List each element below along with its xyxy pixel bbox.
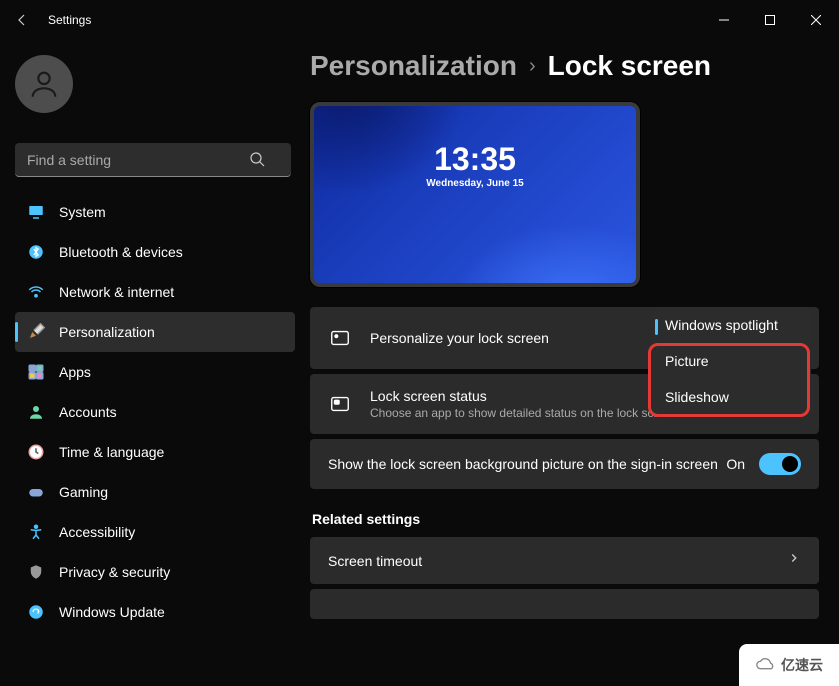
watermark: 亿速云 <box>739 644 839 686</box>
search-box <box>15 143 285 177</box>
brush-icon <box>27 323 45 341</box>
sidebar-item-label: Time & language <box>59 444 164 460</box>
search-icon[interactable] <box>249 151 265 172</box>
person-icon <box>27 403 45 421</box>
sidebar-item-label: Windows Update <box>59 604 165 620</box>
preview-wallpaper <box>314 106 636 283</box>
breadcrumb-parent[interactable]: Personalization <box>310 50 517 82</box>
sidebar-item-label: Accessibility <box>59 524 135 540</box>
screen-timeout-card[interactable]: Screen timeout <box>310 537 819 584</box>
sidebar-item-label: Gaming <box>59 484 108 500</box>
bluetooth-icon <box>27 243 45 261</box>
sidebar-item-time-language[interactable]: Time & language <box>15 432 295 472</box>
breadcrumb: Personalization › Lock screen <box>310 50 819 82</box>
main-content: Personalization › Lock screen 13:35 Wedn… <box>300 40 839 686</box>
close-button[interactable] <box>793 4 839 36</box>
sidebar-item-network-internet[interactable]: Network & internet <box>15 272 295 312</box>
monitor-icon <box>27 203 45 221</box>
arrow-left-icon <box>14 12 30 28</box>
maximize-icon <box>765 15 775 25</box>
app-title: Settings <box>48 13 91 27</box>
update-icon <box>27 603 45 621</box>
signin-background-toggle[interactable] <box>759 453 801 475</box>
toggle-label: On <box>726 456 745 472</box>
chevron-right-icon: › <box>529 55 536 78</box>
maximize-button[interactable] <box>747 4 793 36</box>
dropdown-option-picture[interactable]: Picture <box>651 343 811 379</box>
related-settings-heading: Related settings <box>312 511 819 527</box>
close-icon <box>811 15 821 25</box>
sidebar-item-accessibility[interactable]: Accessibility <box>15 512 295 552</box>
window-controls <box>701 4 839 36</box>
sidebar-item-privacy-security[interactable]: Privacy & security <box>15 552 295 592</box>
title-bar: Settings <box>0 0 839 40</box>
lock-screen-type-dropdown[interactable]: Windows spotlight Picture Slideshow <box>651 307 811 415</box>
sidebar-item-label: Bluetooth & devices <box>59 244 183 260</box>
signin-background-card: Show the lock screen background picture … <box>310 439 819 489</box>
sidebar-item-label: Personalization <box>59 324 155 340</box>
sidebar-item-label: Apps <box>59 364 91 380</box>
sidebar-item-personalization[interactable]: Personalization <box>15 312 295 352</box>
shield-icon <box>27 563 45 581</box>
status-icon <box>328 392 352 416</box>
picture-icon <box>328 326 352 350</box>
sidebar-item-system[interactable]: System <box>15 192 295 232</box>
gamepad-icon <box>27 483 45 501</box>
sidebar-item-gaming[interactable]: Gaming <box>15 472 295 512</box>
chevron-right-icon <box>787 551 801 570</box>
cloud-icon <box>755 654 777 676</box>
dropdown-option-slideshow[interactable]: Slideshow <box>651 379 811 415</box>
back-button[interactable] <box>10 8 34 32</box>
card-title: Screen timeout <box>328 553 787 569</box>
sidebar-item-accounts[interactable]: Accounts <box>15 392 295 432</box>
sidebar-item-label: Accounts <box>59 404 117 420</box>
card-title: Show the lock screen background picture … <box>328 456 726 472</box>
minimize-button[interactable] <box>701 4 747 36</box>
wifi-icon <box>27 283 45 301</box>
sidebar: System Bluetooth & devices Network & inter… <box>0 40 300 686</box>
sidebar-item-apps[interactable]: Apps <box>15 352 295 392</box>
preview-time: 13:35 <box>314 141 636 178</box>
person-icon <box>27 67 61 101</box>
accessibility-icon <box>27 523 45 541</box>
sidebar-nav: System Bluetooth & devices Network & inter… <box>15 192 285 632</box>
dropdown-option-spotlight[interactable]: Windows spotlight <box>651 307 811 343</box>
user-avatar[interactable] <box>15 55 73 113</box>
apps-icon <box>27 363 45 381</box>
sidebar-item-label: Privacy & security <box>59 564 170 580</box>
minimize-icon <box>719 15 729 25</box>
clock-icon <box>27 443 45 461</box>
extra-card[interactable] <box>310 589 819 619</box>
sidebar-item-label: System <box>59 204 106 220</box>
breadcrumb-current: Lock screen <box>548 50 711 82</box>
sidebar-item-bluetooth-devices[interactable]: Bluetooth & devices <box>15 232 295 272</box>
sidebar-item-label: Network & internet <box>59 284 174 300</box>
lock-screen-preview[interactable]: 13:35 Wednesday, June 15 <box>310 102 640 287</box>
personalize-lock-screen-card[interactable]: Personalize your lock screen Windows spo… <box>310 307 819 369</box>
sidebar-item-windows-update[interactable]: Windows Update <box>15 592 295 632</box>
preview-date: Wednesday, June 15 <box>314 178 636 189</box>
